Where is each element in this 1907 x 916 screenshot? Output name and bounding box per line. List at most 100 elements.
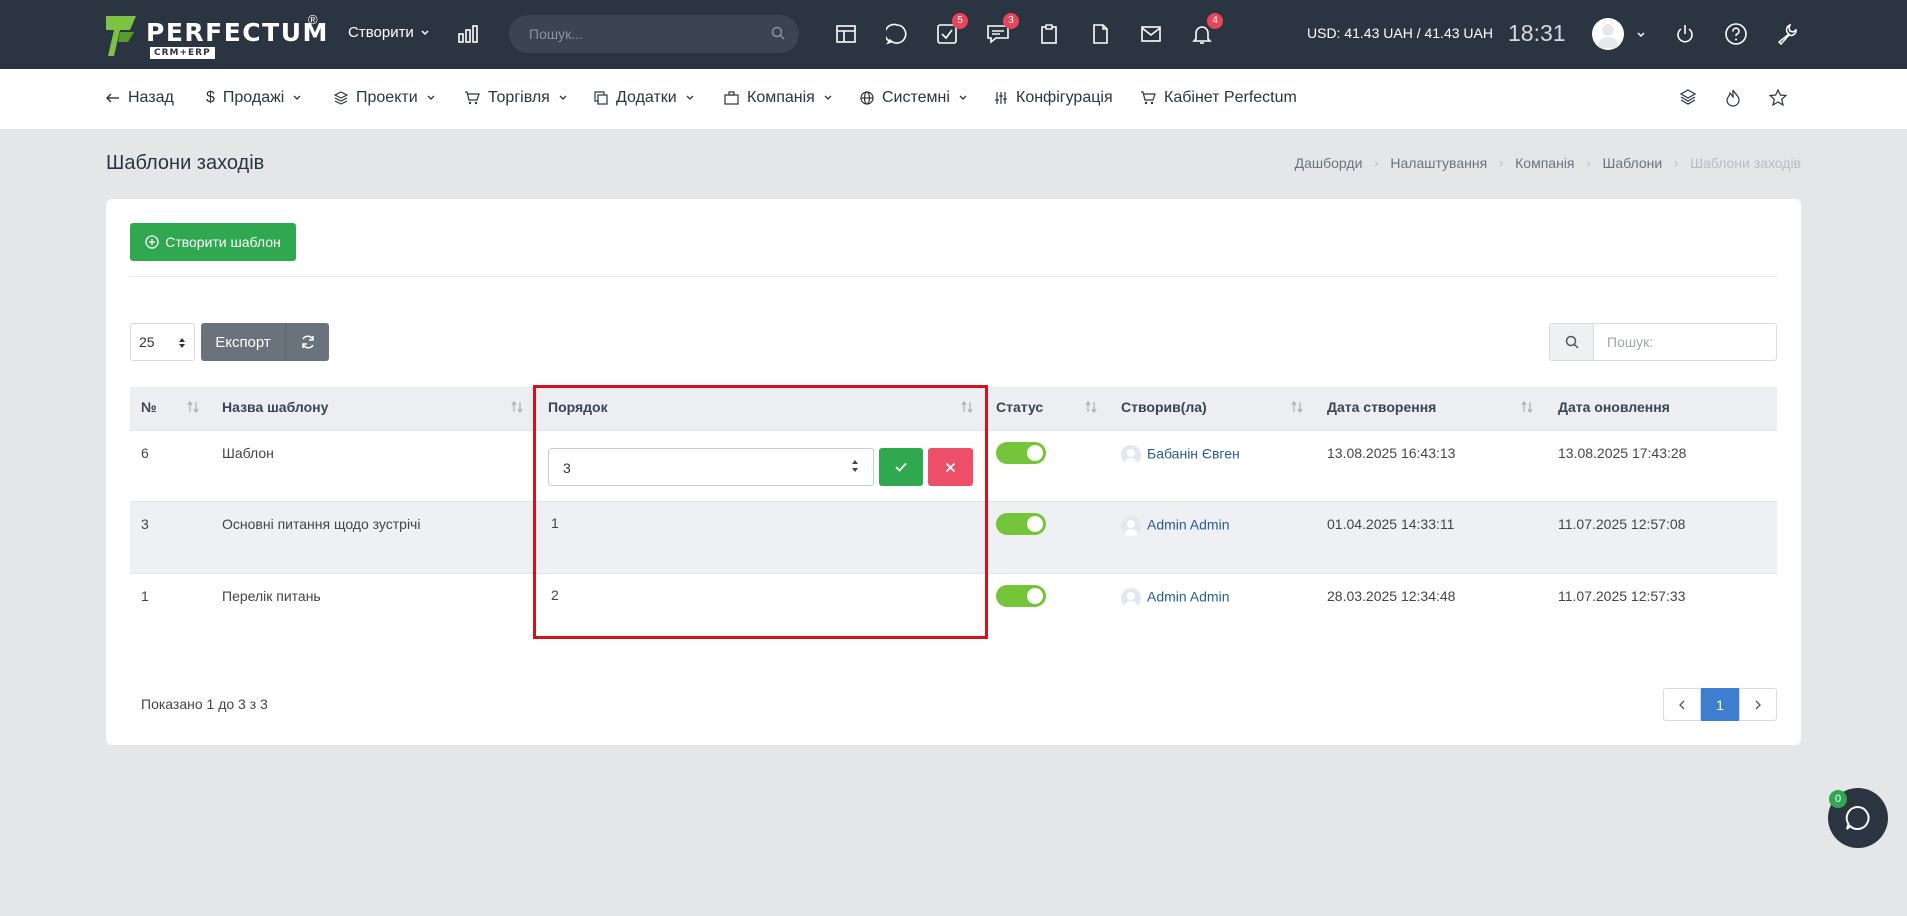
create-template-button[interactable]: Створити шаблон [130, 223, 296, 261]
main-nav: Назад $ Продажі Проекти Торгівля Додатки… [0, 69, 1907, 129]
chevron-right-icon: › [1374, 156, 1379, 170]
document-icon[interactable] [1087, 21, 1113, 47]
sort-icon[interactable] [1290, 400, 1304, 414]
calendar-board-icon[interactable] [833, 21, 859, 47]
page-title: Шаблони заходів [106, 152, 265, 174]
author-name: Admin Admin [1147, 516, 1230, 533]
cell-created: 01.04.2025 14:33:11 [1327, 516, 1455, 532]
breadcrumb-item[interactable]: Шаблони [1603, 155, 1663, 171]
logo-subtitle: CRM+ERP [150, 47, 215, 59]
cell-author[interactable]: Admin Admin [1121, 588, 1229, 608]
cell-id: 3 [141, 516, 149, 532]
table-search-input[interactable] [1595, 324, 1775, 360]
logo[interactable]: PERFECTUM ® CRM+ERP [106, 12, 327, 59]
nav-trade[interactable]: Торгівля [464, 89, 568, 107]
nav-cabinet[interactable]: Кабінет Perfectum [1140, 89, 1297, 107]
cell-updated: 11.07.2025 12:57:08 [1558, 516, 1686, 532]
col-author[interactable]: Створив(ла) [1121, 399, 1207, 415]
nav-config[interactable]: Конфігурація [994, 89, 1113, 107]
page-button-current[interactable]: 1 [1701, 688, 1739, 721]
sliders-icon [995, 92, 1007, 104]
sort-icon[interactable] [1084, 400, 1098, 414]
cart-icon [1141, 91, 1156, 105]
prev-page-button[interactable] [1663, 688, 1701, 721]
refresh-button[interactable] [285, 323, 329, 361]
chevron-right-icon [1755, 700, 1761, 709]
chat-icon[interactable] [884, 21, 910, 47]
chat-bubble-icon [1845, 805, 1870, 830]
user-avatar[interactable] [1592, 18, 1624, 50]
chevron-right-icon: › [1499, 156, 1504, 170]
power-icon[interactable] [1672, 21, 1698, 47]
top-bar: PERFECTUM ® CRM+ERP Створити 5 3 4 USD: [0, 0, 1907, 69]
next-page-button[interactable] [1739, 688, 1777, 721]
messages-badge: 3 [1003, 13, 1019, 29]
user-menu-chevron-icon[interactable] [1636, 30, 1646, 40]
tasks-badge: 5 [952, 13, 968, 29]
breadcrumb: Дашборди › Налаштування › Компанія › Шаб… [1295, 155, 1801, 171]
fire-icon[interactable] [1725, 89, 1741, 107]
cell-updated: 13.08.2025 17:43:28 [1558, 445, 1687, 461]
sort-icon[interactable] [186, 400, 200, 414]
col-number[interactable]: № [141, 399, 157, 415]
nav-sales-label: Продажі [222, 89, 285, 106]
chevron-down-icon [559, 95, 567, 100]
divider [130, 276, 1777, 277]
nav-company[interactable]: Компанія [724, 89, 833, 107]
sort-icon[interactable] [510, 400, 524, 414]
export-button[interactable]: Експорт [201, 323, 285, 361]
layers-icon[interactable] [1680, 89, 1696, 105]
help-icon[interactable] [1723, 21, 1749, 47]
page-size-select[interactable]: 25 [130, 323, 195, 361]
global-search-input[interactable] [509, 15, 749, 53]
breadcrumb-item[interactable]: Компанія [1515, 155, 1574, 171]
table-search [1549, 323, 1777, 361]
nav-sales[interactable]: $ Продажі [206, 89, 302, 107]
export-label: Експорт [215, 333, 271, 351]
chevron-down-icon [427, 95, 435, 100]
nav-back-label: Назад [128, 89, 174, 106]
col-name[interactable]: Назва шаблону [222, 399, 328, 415]
clock: 18:31 [1508, 20, 1566, 46]
cell-name[interactable]: Основні питання щодо зустрічі [222, 516, 420, 532]
wrench-icon[interactable] [1774, 21, 1800, 47]
cell-created: 13.08.2025 16:43:13 [1327, 445, 1456, 461]
col-status[interactable]: Статус [996, 399, 1043, 415]
tasks-icon[interactable]: 5 [934, 13, 968, 47]
clipboard-icon[interactable] [1036, 21, 1062, 47]
nav-back[interactable]: Назад [106, 89, 174, 107]
chevron-down-icon [686, 95, 694, 100]
chevron-down-icon [293, 95, 301, 100]
messages-icon[interactable]: 3 [985, 13, 1019, 47]
mail-icon[interactable] [1138, 21, 1164, 47]
nav-projects[interactable]: Проекти [334, 89, 436, 107]
author-name: Бабанін Євген [1147, 445, 1240, 462]
global-search[interactable] [509, 15, 799, 53]
cell-name[interactable]: Шаблон [222, 445, 274, 461]
cell-name[interactable]: Перелік питань [222, 588, 321, 604]
status-toggle[interactable] [996, 513, 1046, 535]
nav-system[interactable]: Системні [860, 89, 968, 107]
nav-system-label: Системні [882, 89, 950, 106]
breadcrumb-item[interactable]: Налаштування [1390, 155, 1487, 171]
col-updated[interactable]: Дата оновлення [1558, 399, 1670, 415]
status-toggle[interactable] [996, 442, 1046, 464]
nav-addons[interactable]: Додатки [594, 89, 695, 107]
cell-author[interactable]: Бабанін Євген [1121, 445, 1240, 465]
cell-author[interactable]: Admin Admin [1121, 516, 1229, 536]
status-toggle[interactable] [996, 585, 1046, 607]
nav-trade-label: Торгівля [488, 89, 550, 106]
table-info: Показано 1 до 3 з 3 [141, 696, 268, 712]
bell-icon[interactable]: 4 [1189, 13, 1223, 47]
col-created[interactable]: Дата створення [1327, 399, 1436, 415]
nav-projects-label: Проекти [356, 89, 418, 106]
create-menu[interactable]: Створити [348, 24, 430, 41]
layers-icon [334, 91, 348, 105]
cell-id: 6 [141, 445, 149, 461]
briefcase-icon [724, 91, 739, 105]
cell-created: 28.03.2025 12:34:48 [1327, 588, 1456, 604]
star-icon[interactable] [1769, 89, 1787, 106]
chart-icon[interactable] [455, 21, 481, 47]
sort-icon[interactable] [1520, 400, 1534, 414]
breadcrumb-item[interactable]: Дашборди [1295, 155, 1363, 171]
